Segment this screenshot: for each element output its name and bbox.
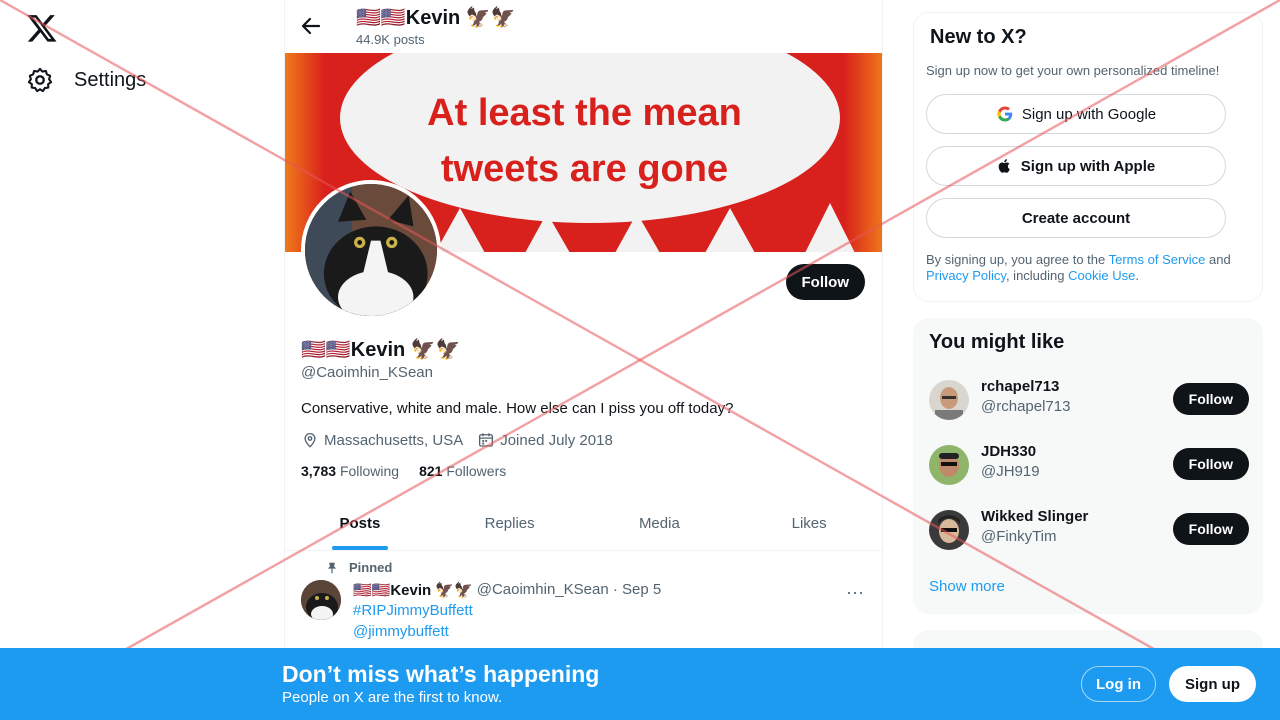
gear-icon	[27, 67, 53, 93]
profile-tabs: Posts Replies Media Likes	[285, 497, 882, 551]
legal-including: , including	[1005, 268, 1069, 283]
create-account-button[interactable]: Create account	[926, 198, 1226, 238]
user-avatar-image	[929, 510, 969, 550]
cookie-link[interactable]: Cookie Use	[1068, 268, 1135, 283]
x-logo-icon[interactable]	[26, 12, 58, 44]
suggestion-handle: @rchapel713	[981, 398, 1071, 415]
profile-joined-text: Joined July 2018	[500, 431, 613, 449]
suggestion-avatar[interactable]	[929, 510, 969, 550]
followers-link[interactable]: 821 Followers	[419, 463, 506, 479]
signup-card-title: New to X?	[930, 26, 1027, 48]
terms-link[interactable]: Terms of Service	[1109, 252, 1206, 267]
profile-stats: 3,783 Following 821 Followers	[301, 463, 506, 479]
suggestion-avatar[interactable]	[929, 445, 969, 485]
signup-card: New to X? Sign up now to get your own pe…	[913, 12, 1263, 302]
user-avatar-image	[929, 380, 969, 420]
tab-posts[interactable]: Posts	[285, 497, 435, 550]
tweet-hashtag-link[interactable]: #RIPJimmyBuffett	[353, 602, 473, 619]
back-arrow-icon[interactable]	[299, 14, 323, 38]
nav-settings-link[interactable]: Settings	[26, 66, 146, 94]
tab-replies[interactable]: Replies	[435, 497, 585, 550]
suggestion-item[interactable]: JDH330 @JH919 Follow	[929, 441, 1249, 491]
followers-count: 821	[419, 463, 443, 479]
signup-card-subtitle: Sign up now to get your own personalized…	[926, 63, 1220, 78]
location-pin-icon	[304, 433, 316, 448]
header-display-name: 🇺🇸🇺🇸Kevin 🦅🦅	[356, 7, 516, 29]
suggestion-name[interactable]: Wikked Slinger	[981, 508, 1088, 525]
profile-display-name: 🇺🇸🇺🇸Kevin 🦅🦅	[301, 339, 461, 361]
following-label: Following	[339, 463, 400, 479]
legal-and: and	[1205, 252, 1231, 267]
suggestion-follow-button[interactable]: Follow	[1172, 513, 1249, 545]
header-post-count: 44.9K posts	[356, 32, 425, 47]
suggestion-follow-button[interactable]: Follow	[1172, 448, 1249, 480]
suggestions-card: You might like rchapel713 @rchapel713 Fo…	[913, 318, 1263, 614]
following-link[interactable]: 3,783 Following	[301, 463, 399, 479]
pinned-indicator: Pinned	[325, 560, 392, 575]
show-more-link[interactable]: Show more	[929, 578, 1005, 595]
google-signup-label: Sign up with Google	[1021, 105, 1157, 123]
profile-handle: @Caoimhin_KSean	[301, 364, 433, 381]
login-prompt-subtitle: People on X are the first to know.	[282, 689, 503, 706]
cat-avatar-image	[301, 580, 341, 620]
apple-icon	[998, 159, 1010, 173]
google-icon	[997, 106, 1013, 122]
privacy-link[interactable]: Privacy Policy	[926, 268, 1006, 283]
profile-column: At least the mean tweets are gone 🇺🇸🇺🇸Ke…	[284, 0, 883, 720]
banner-text-line1: At least the mean	[427, 92, 742, 134]
signup-button[interactable]: Sign up	[1169, 666, 1256, 702]
suggestion-handle: @JH919	[981, 463, 1040, 480]
profile-location-text: Massachusetts, USA	[324, 431, 464, 449]
suggestion-avatar[interactable]	[929, 380, 969, 420]
profile-joined: Joined July 2018	[477, 431, 613, 449]
legal-period: .	[1135, 268, 1139, 283]
login-prompt-bar: Don’t miss what’s happening People on X …	[0, 648, 1280, 720]
calendar-icon	[479, 433, 494, 447]
pinned-label: Pinned	[349, 560, 393, 575]
nav-settings-label: Settings	[74, 68, 147, 91]
follow-button[interactable]: Follow	[785, 264, 865, 300]
cat-avatar-image	[305, 184, 437, 316]
following-count: 3,783	[301, 463, 337, 479]
pinned-tweet[interactable]: Pinned 🇺🇸🇺🇸Kevin 🦅🦅 @Caoimhin_KSean · Se…	[285, 552, 882, 652]
legal-prefix: By signing up, you agree to the	[926, 252, 1109, 267]
pin-icon	[327, 562, 337, 573]
apple-signup-label: Sign up with Apple	[1020, 157, 1156, 175]
tweet-header: 🇺🇸🇺🇸Kevin 🦅🦅 @Caoimhin_KSean · Sep 5	[353, 581, 661, 599]
google-signup-button[interactable]: Sign up with Google	[926, 94, 1226, 134]
tweet-more-icon[interactable]: ···	[846, 582, 864, 603]
tweet-author-handle-date[interactable]: @Caoimhin_KSean · Sep 5	[477, 581, 662, 599]
suggestion-name[interactable]: rchapel713	[981, 378, 1059, 395]
profile-avatar[interactable]	[301, 180, 441, 320]
tab-likes[interactable]: Likes	[734, 497, 882, 550]
suggestion-name[interactable]: JDH330	[981, 443, 1036, 460]
login-prompt-title: Don’t miss what’s happening	[282, 661, 600, 687]
suggestions-title: You might like	[929, 331, 1065, 353]
suggestion-item[interactable]: Wikked Slinger @FinkyTim Follow	[929, 506, 1249, 556]
profile-bio: Conservative, white and male. How else c…	[301, 400, 734, 417]
profile-meta: Massachusetts, USA Joined July 2018	[301, 431, 613, 449]
profile-header-bar: 🇺🇸🇺🇸Kevin 🦅🦅 44.9K posts	[285, 0, 882, 53]
apple-signup-button[interactable]: Sign up with Apple	[926, 146, 1226, 186]
tweet-author-name[interactable]: 🇺🇸🇺🇸Kevin 🦅🦅	[353, 581, 473, 599]
signup-legal-text: By signing up, you agree to the Terms of…	[926, 252, 1246, 284]
tab-media[interactable]: Media	[585, 497, 735, 550]
profile-location: Massachusetts, USA	[301, 431, 463, 449]
suggestion-handle: @FinkyTim	[981, 528, 1057, 545]
login-button[interactable]: Log in	[1081, 666, 1156, 702]
suggestion-item[interactable]: rchapel713 @rchapel713 Follow	[929, 376, 1249, 426]
suggestion-follow-button[interactable]: Follow	[1172, 383, 1249, 415]
tweet-author-avatar[interactable]	[301, 580, 341, 620]
tweet-mention-link[interactable]: @jimmybuffett	[353, 623, 449, 640]
left-nav: Settings	[0, 0, 284, 720]
user-avatar-image	[929, 445, 969, 485]
followers-label: Followers	[446, 463, 507, 479]
